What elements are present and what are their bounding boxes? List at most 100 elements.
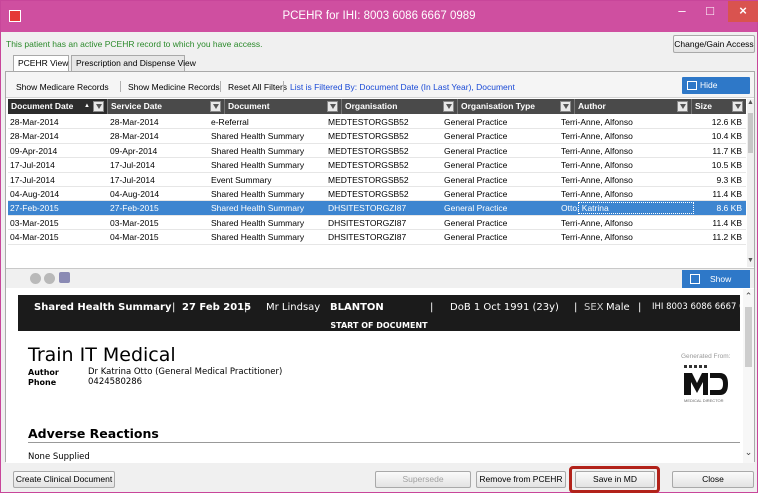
window-title: PCEHR for IHI: 8003 6086 6667 0989: [282, 10, 476, 22]
maximize-button[interactable]: □: [697, 1, 723, 22]
cell-service-date: 03-Mar-2015: [110, 217, 159, 228]
cell-document-date: 17-Jul-2014: [10, 160, 55, 171]
filter-icon[interactable]: [443, 101, 454, 112]
preview-toolbar: Show More: [6, 268, 754, 302]
sex-value: Male: [606, 302, 630, 313]
pcehr-view-panel: Show Medicare Records Show Medicine Reco…: [5, 71, 755, 463]
table-row[interactable]: 17-Jul-2014 17-Jul-2014 Shared Health Summ…: [8, 158, 746, 173]
cell-document-date: 03-Mar-2015: [10, 217, 59, 228]
remove-from-pcehr-button[interactable]: Remove from PCEHR: [476, 471, 566, 488]
grid-scrollbar[interactable]: ▲ ▼: [747, 99, 754, 267]
column-header-document-date[interactable]: Document Date ▲: [8, 99, 108, 114]
cell-author: Terri-Anne, Alfonso: [561, 131, 633, 142]
column-header-size[interactable]: Size: [692, 99, 746, 114]
cell-document-date: 04-Aug-2014: [10, 189, 60, 199]
grid-header: Document Date ▲ Service Date Document Or…: [8, 99, 746, 114]
document-preview: Shared Health Summary | 27 Feb 2015 | Mr…: [6, 289, 743, 463]
toolbar-divider: [120, 81, 121, 92]
cell-size: 10.4 KB: [711, 131, 742, 142]
cell-document: Event Summary: [211, 174, 272, 185]
cell-service-date: 17-Jul-2014: [110, 174, 155, 185]
cell-document: Shared Health Summary: [211, 203, 305, 214]
cell-size: 11.7 KB: [712, 145, 742, 156]
cell-organisation: MEDTESTORGSB52: [328, 131, 409, 142]
scroll-up-arrow-icon[interactable]: ⌃: [743, 291, 754, 302]
tab-pcehr-view[interactable]: PCEHR View: [13, 55, 69, 72]
organisation-name: Train IT Medical: [28, 344, 176, 366]
patient-dob: DoB 1 Oct 1991 (23y): [450, 302, 559, 313]
generated-from-label: Generated From:: [681, 353, 731, 360]
column-header-organisation[interactable]: Organisation: [342, 99, 458, 114]
table-row[interactable]: 04-Aug-2014 04-Aug-2014 Shared Health Summ…: [8, 187, 746, 202]
show-medicine-records-button[interactable]: Show Medicine Records: [128, 82, 220, 92]
cell-document-date: 28-Mar-2014: [10, 131, 59, 142]
filter-icon[interactable]: [677, 101, 688, 112]
pcehr-window: PCEHR for IHI: 8003 6086 6667 0989 – □ ×…: [0, 0, 758, 493]
filter-icon[interactable]: [560, 101, 571, 112]
cell-service-date: 28-Mar-2014: [110, 131, 159, 142]
cell-size: 9.3 KB: [716, 174, 742, 185]
table-row[interactable]: 03-Mar-2015 03-Mar-2015 Shared Health Summ…: [8, 216, 746, 231]
table-row[interactable]: 04-Mar-2015 04-Mar-2015 Shared Health Summ…: [8, 230, 746, 245]
cell-organisation-type: General Practice: [444, 232, 508, 243]
column-header-author[interactable]: Author: [575, 99, 692, 114]
back-arrow-icon[interactable]: [30, 273, 41, 284]
column-header-document[interactable]: Document: [225, 99, 342, 114]
patient-surname: BLANTON: [330, 302, 384, 313]
change-gain-access-button[interactable]: Change/Gain Access: [673, 35, 755, 53]
table-row[interactable]: 17-Jul-2014 17-Jul-2014 Event Summary MEDTE…: [8, 173, 746, 187]
filter-icon[interactable]: [327, 101, 338, 112]
table-row[interactable]: 09-Apr-2014 09-Apr-2014 Shared Health Summ…: [8, 144, 746, 159]
toolbar-divider: [283, 81, 284, 92]
access-message: This patient has an active PCEHR record …: [6, 39, 263, 49]
document-date: 27 Feb 2015: [182, 302, 252, 313]
scroll-down-arrow-icon[interactable]: ⌄: [743, 447, 754, 458]
cell-organisation: MEDTESTORGSB52: [328, 189, 409, 199]
minimize-button[interactable]: –: [669, 1, 695, 22]
cell-organisation-type: General Practice: [444, 131, 508, 142]
cell-document: e-Referral: [211, 117, 249, 127]
close-window-button[interactable]: ×: [728, 1, 758, 22]
cell-document-date: 04-Mar-2015: [10, 232, 59, 243]
document-scrollbar[interactable]: ⌃ ⌄: [743, 289, 754, 463]
filter-icon[interactable]: [210, 101, 221, 112]
show-medicare-records-button[interactable]: Show Medicare Records: [16, 82, 109, 92]
cell-size: 10.5 KB: [711, 160, 742, 171]
create-clinical-document-button[interactable]: Create Clinical Document: [13, 471, 115, 488]
table-row[interactable]: 28-Mar-2014 28-Mar-2014 e-Referral MEDTESTO…: [8, 115, 746, 130]
cell-document-date: 09-Apr-2014: [10, 145, 58, 156]
forward-arrow-icon[interactable]: [44, 273, 55, 284]
cell-document: Shared Health Summary: [211, 160, 305, 171]
column-header-service-date[interactable]: Service Date: [108, 99, 225, 114]
supersede-button[interactable]: Supersede: [375, 471, 471, 488]
cell-organisation-type: General Practice: [444, 174, 508, 185]
cell-service-date: 09-Apr-2014: [110, 145, 158, 156]
scrollbar-thumb[interactable]: [745, 307, 752, 367]
cell-service-date: 04-Aug-2014: [110, 189, 160, 199]
scroll-down-arrow-icon[interactable]: ▼: [747, 257, 754, 265]
column-header-organisation-type[interactable]: Organisation Type: [458, 99, 575, 114]
close-button[interactable]: Close: [672, 471, 754, 488]
cell-author: Terri-Anne, Alfonso: [561, 174, 633, 185]
filter-icon[interactable]: [732, 101, 743, 112]
expand-icon: [690, 274, 700, 284]
filter-toolbar: Show Medicare Records Show Medicine Reco…: [6, 72, 754, 107]
filter-icon[interactable]: [93, 101, 104, 112]
cell-size: 8.6 KB: [716, 203, 742, 214]
table-row[interactable]: 27-Feb-2015 27-Feb-2015 Shared Health Summ…: [8, 201, 746, 216]
table-row[interactable]: 28-Mar-2014 28-Mar-2014 Shared Health Summ…: [8, 129, 746, 144]
author-value: Dr Katrina Otto (General Medical Practit…: [88, 367, 283, 377]
print-icon[interactable]: [59, 272, 70, 283]
cell-service-date: 17-Jul-2014: [110, 160, 155, 171]
scroll-up-arrow-icon[interactable]: ▲: [747, 99, 754, 107]
reset-all-filters-button[interactable]: Reset All Filters: [228, 82, 287, 92]
cell-organisation-type: General Practice: [444, 145, 508, 156]
hide-preview-button[interactable]: Hide Preview: [682, 77, 750, 107]
cell-author: Terri-Anne, Alfonso: [561, 189, 633, 199]
scrollbar-thumb[interactable]: [748, 113, 753, 153]
cell-document-date: 17-Jul-2014: [10, 174, 55, 185]
show-more-button[interactable]: Show More: [682, 270, 750, 302]
tab-prescription-dispense-view[interactable]: Prescription and Dispense View: [71, 55, 196, 71]
cell-author: Otto, Katrina: [561, 203, 609, 214]
cell-service-date: 28-Mar-2014: [110, 117, 159, 127]
